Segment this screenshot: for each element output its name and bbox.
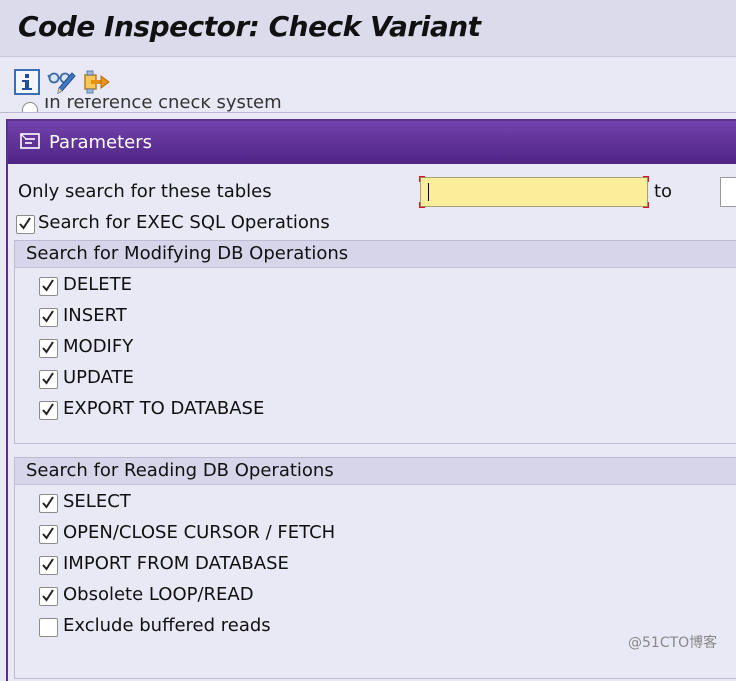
text-cursor bbox=[428, 183, 429, 201]
modifying-op-label: INSERT bbox=[63, 305, 127, 326]
title-bar: Code Inspector: Check Variant bbox=[0, 0, 736, 57]
reading-op-checkbox[interactable] bbox=[39, 556, 58, 575]
reading-op-checkbox[interactable] bbox=[39, 618, 58, 637]
watermark: @51CTO博客 bbox=[628, 635, 718, 651]
collapse-panel-icon bbox=[20, 133, 40, 149]
checkmark-icon bbox=[42, 279, 54, 292]
tables-label: Only search for these tables bbox=[18, 181, 272, 202]
parameters-title: Parameters bbox=[49, 132, 153, 153]
modifying-op-label: UPDATE bbox=[63, 367, 134, 388]
checkmark-icon bbox=[42, 558, 54, 571]
checkmark-icon bbox=[42, 341, 54, 354]
display-change-button[interactable] bbox=[47, 67, 77, 97]
checkmark-icon bbox=[42, 403, 54, 416]
modifying-ops-group: Search for Modifying DB Operations DELET… bbox=[14, 240, 736, 444]
modifying-op-label: DELETE bbox=[63, 274, 133, 295]
checkmark-icon bbox=[42, 372, 54, 385]
reading-op-label: SELECT bbox=[63, 491, 131, 512]
modifying-ops-title: Search for Modifying DB Operations bbox=[26, 243, 349, 264]
info-icon bbox=[14, 69, 40, 95]
reading-ops-header: Search for Reading DB Operations bbox=[15, 458, 736, 485]
exec-sql-label: Search for EXEC SQL Operations bbox=[38, 212, 330, 233]
checkmark-icon bbox=[19, 217, 31, 230]
modifying-op-checkbox[interactable] bbox=[39, 308, 58, 327]
reading-op-label: Obsolete LOOP/READ bbox=[63, 584, 254, 605]
exec-sql-checkbox[interactable] bbox=[16, 215, 35, 234]
reading-ops-title: Search for Reading DB Operations bbox=[26, 460, 334, 481]
modifying-op-label: EXPORT TO DATABASE bbox=[63, 398, 265, 419]
reading-op-checkbox[interactable] bbox=[39, 587, 58, 606]
tables-to-input[interactable] bbox=[720, 177, 736, 207]
to-label: to bbox=[654, 181, 673, 202]
checkmark-icon bbox=[42, 589, 54, 602]
tables-from-input[interactable] bbox=[419, 176, 649, 208]
checkmark-icon bbox=[42, 527, 54, 540]
info-button[interactable] bbox=[12, 67, 42, 97]
reference-system-label: In reference check system bbox=[44, 98, 282, 112]
reading-op-checkbox[interactable] bbox=[39, 494, 58, 513]
reference-system-radio-row: In reference check system bbox=[22, 98, 282, 112]
reading-op-label: OPEN/CLOSE CURSOR / FETCH bbox=[63, 522, 336, 543]
parameters-header[interactable]: Parameters bbox=[8, 121, 736, 164]
reading-op-label: Exclude buffered reads bbox=[63, 615, 271, 636]
divider bbox=[0, 112, 736, 113]
modifying-ops-header: Search for Modifying DB Operations bbox=[15, 241, 736, 268]
window-title: Code Inspector: Check Variant bbox=[18, 10, 481, 43]
modifying-op-label: MODIFY bbox=[63, 336, 134, 357]
glasses-pencil-icon bbox=[47, 72, 76, 94]
checkmark-icon bbox=[42, 496, 54, 509]
checkmark-icon bbox=[42, 310, 54, 323]
modifying-op-checkbox[interactable] bbox=[39, 277, 58, 296]
transport-icon bbox=[84, 70, 110, 94]
reading-op-checkbox[interactable] bbox=[39, 525, 58, 544]
transport-button[interactable] bbox=[82, 67, 112, 97]
reference-system-radio[interactable] bbox=[22, 102, 38, 112]
modifying-op-checkbox[interactable] bbox=[39, 401, 58, 420]
modifying-op-checkbox[interactable] bbox=[39, 370, 58, 389]
reading-op-label: IMPORT FROM DATABASE bbox=[63, 553, 289, 574]
modifying-op-checkbox[interactable] bbox=[39, 339, 58, 358]
